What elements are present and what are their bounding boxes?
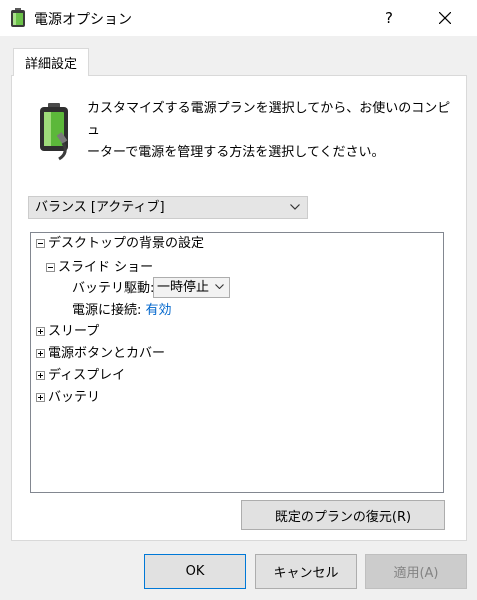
battery-setting-label: バッテリ駆動: (72, 279, 154, 299)
expand-icon[interactable] (36, 349, 45, 358)
cancel-button[interactable]: キャンセル (255, 554, 357, 589)
tree-node-label: バッテリ (48, 390, 101, 405)
expand-icon[interactable] (36, 327, 45, 336)
power-options-dialog: 電源オプション ? 詳細設定 カスタマイズする電源プランを選択してから、お使いの… (0, 0, 477, 600)
ok-label: OK (185, 564, 205, 579)
restore-defaults-label: 既定のプランの復元(R) (274, 509, 412, 525)
description-line-1: カスタマイズする電源プランを選択してから、お使いのコンピュ (87, 101, 451, 138)
plugged-in-setting: 電源に接続: 有効 (72, 301, 172, 321)
restore-defaults-button[interactable]: 既定のプランの復元(R) (241, 500, 445, 530)
description-text: カスタマイズする電源プランを選択してから、お使いのコンピュ ーターで電源を管理す… (87, 98, 457, 164)
chevron-down-icon (290, 204, 300, 210)
help-button[interactable]: ? (366, 0, 412, 36)
expand-icon[interactable] (36, 393, 45, 402)
tree-node-label: スライド ショー (58, 260, 154, 275)
plugged-in-value-link[interactable]: 有効 (146, 303, 172, 318)
tree-node-battery[interactable]: バッテリ (48, 388, 100, 408)
battery-icon (11, 8, 25, 27)
apply-button[interactable]: 適用(A) (365, 554, 467, 589)
collapse-icon[interactable] (46, 263, 55, 272)
tree-node-display[interactable]: ディスプレイ (48, 366, 125, 386)
plugged-in-label: 電源に接続: (72, 303, 142, 318)
close-icon (439, 12, 451, 24)
tree-node-desktop-background[interactable]: デスクトップの背景の設定 (48, 234, 204, 254)
tree-node-label: ディスプレイ (48, 368, 126, 383)
battery-label: バッテリ駆動: (72, 281, 155, 296)
description-line-2: ーターで電源を管理する方法を選択してください。 (87, 145, 385, 160)
expand-icon[interactable] (36, 371, 45, 380)
chevron-down-icon (215, 284, 224, 289)
tree-node-power-buttons[interactable]: 電源ボタンとカバー (48, 344, 165, 364)
tree-node-label: デスクトップの背景の設定 (48, 236, 205, 251)
battery-setting-value: 一時停止 (157, 280, 210, 295)
power-plan-dropdown[interactable]: バランス [アクティブ] (28, 196, 308, 219)
cancel-label: キャンセル (273, 566, 339, 581)
ok-button[interactable]: OK (144, 554, 246, 589)
tab-label: 詳細設定 (24, 57, 77, 72)
apply-label: 適用(A) (393, 566, 439, 581)
close-button[interactable] (422, 0, 468, 36)
window-title: 電源オプション (34, 12, 132, 28)
battery-setting-combo[interactable]: 一時停止 (153, 277, 230, 298)
settings-tree[interactable]: デスクトップの背景の設定 スライド ショー バッテリ駆動: 一時停止 電源に接続… (30, 232, 444, 493)
tree-node-sleep[interactable]: スリープ (48, 322, 99, 342)
tree-node-slideshow[interactable]: スライド ショー (58, 258, 153, 278)
help-label: ? (385, 9, 393, 27)
tree-node-label: スリープ (48, 324, 100, 339)
battery-plug-icon (40, 103, 68, 161)
tree-node-label: 電源ボタンとカバー (48, 346, 166, 361)
collapse-icon[interactable] (36, 239, 45, 248)
tab-advanced-settings[interactable]: 詳細設定 (13, 48, 89, 76)
title-bar: 電源オプション ? (0, 0, 477, 36)
power-plan-value: バランス [アクティブ] (35, 200, 165, 215)
